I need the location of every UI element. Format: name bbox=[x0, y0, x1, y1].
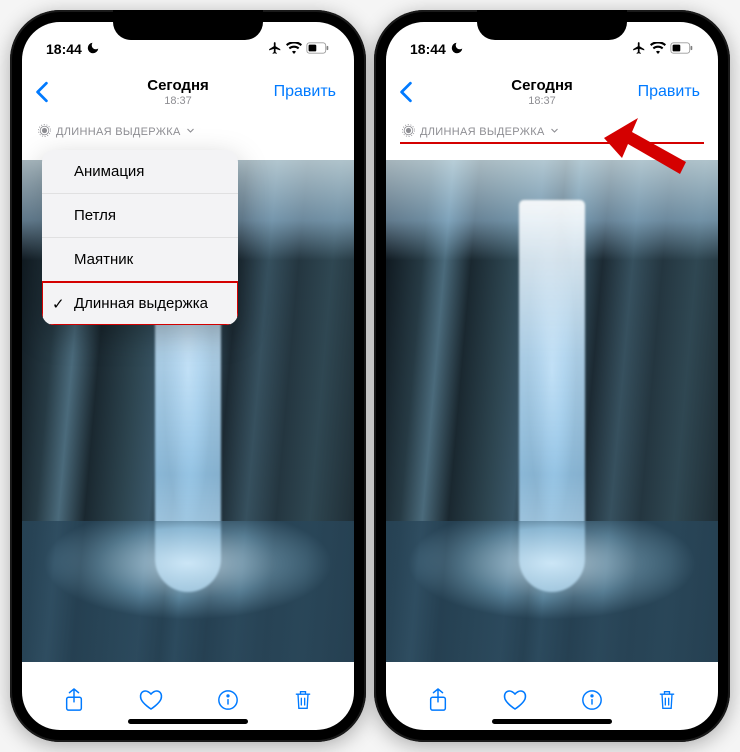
notch bbox=[113, 10, 263, 40]
phone-left: 18:44 bbox=[10, 10, 366, 742]
chevron-down-icon bbox=[550, 126, 559, 138]
menu-item-label: Анимация bbox=[74, 163, 144, 180]
check-icon: ✓ bbox=[52, 295, 65, 313]
delete-button[interactable] bbox=[285, 680, 321, 723]
back-button[interactable] bbox=[398, 81, 458, 103]
nav-title: Сегодня bbox=[458, 77, 626, 94]
wifi-icon bbox=[650, 41, 666, 57]
moon-icon bbox=[86, 41, 100, 58]
nav-subtitle: 18:37 bbox=[94, 95, 262, 107]
battery-icon bbox=[670, 41, 694, 57]
menu-item-label: Петля bbox=[74, 207, 116, 224]
moon-icon bbox=[450, 41, 464, 58]
status-time: 18:44 bbox=[410, 41, 446, 57]
menu-item-long-exposure[interactable]: ✓ Длинная выдержка bbox=[42, 282, 238, 325]
screen: 18:44 bbox=[22, 22, 354, 730]
menu-item-label: Длинная выдержка bbox=[74, 295, 208, 312]
info-button[interactable] bbox=[573, 681, 611, 722]
nav-subtitle: 18:37 bbox=[458, 95, 626, 107]
airplane-icon bbox=[632, 41, 646, 58]
nav-title: Сегодня bbox=[94, 77, 262, 94]
status-time: 18:44 bbox=[46, 41, 82, 57]
menu-item-animation[interactable]: Анимация bbox=[42, 150, 238, 194]
effect-dropdown[interactable]: ДЛИННАЯ ВЫДЕРЖКА bbox=[22, 118, 354, 146]
home-indicator[interactable] bbox=[128, 719, 248, 724]
chevron-down-icon bbox=[186, 126, 195, 138]
photo-content bbox=[386, 160, 718, 662]
live-photo-icon bbox=[38, 124, 51, 140]
effect-label: ДЛИННАЯ ВЫДЕРЖКА bbox=[420, 126, 545, 138]
share-button[interactable] bbox=[419, 679, 457, 724]
battery-icon bbox=[306, 41, 330, 57]
notch bbox=[477, 10, 627, 40]
menu-item-bounce[interactable]: Маятник bbox=[42, 238, 238, 282]
info-button[interactable] bbox=[209, 681, 247, 722]
favorite-button[interactable] bbox=[131, 681, 171, 722]
delete-button[interactable] bbox=[649, 680, 685, 723]
annotation-arrow bbox=[602, 108, 692, 183]
menu-item-label: Маятник bbox=[74, 251, 133, 268]
edit-button[interactable]: Править bbox=[274, 83, 342, 100]
share-button[interactable] bbox=[55, 679, 93, 724]
photo-area[interactable] bbox=[386, 146, 718, 676]
effect-menu: Анимация Петля Маятник ✓ Длинная выдержк… bbox=[42, 150, 238, 325]
back-button[interactable] bbox=[34, 81, 94, 103]
airplane-icon bbox=[268, 41, 282, 58]
effect-label: ДЛИННАЯ ВЫДЕРЖКА bbox=[56, 126, 181, 138]
menu-item-loop[interactable]: Петля bbox=[42, 194, 238, 238]
edit-button[interactable]: Править bbox=[638, 83, 706, 100]
phone-right: 18:44 bbox=[374, 10, 730, 742]
wifi-icon bbox=[286, 41, 302, 57]
home-indicator[interactable] bbox=[492, 719, 612, 724]
favorite-button[interactable] bbox=[495, 681, 535, 722]
nav-bar: Сегодня 18:37 Править bbox=[22, 66, 354, 118]
live-photo-icon bbox=[402, 124, 415, 140]
screen: 18:44 bbox=[386, 22, 718, 730]
